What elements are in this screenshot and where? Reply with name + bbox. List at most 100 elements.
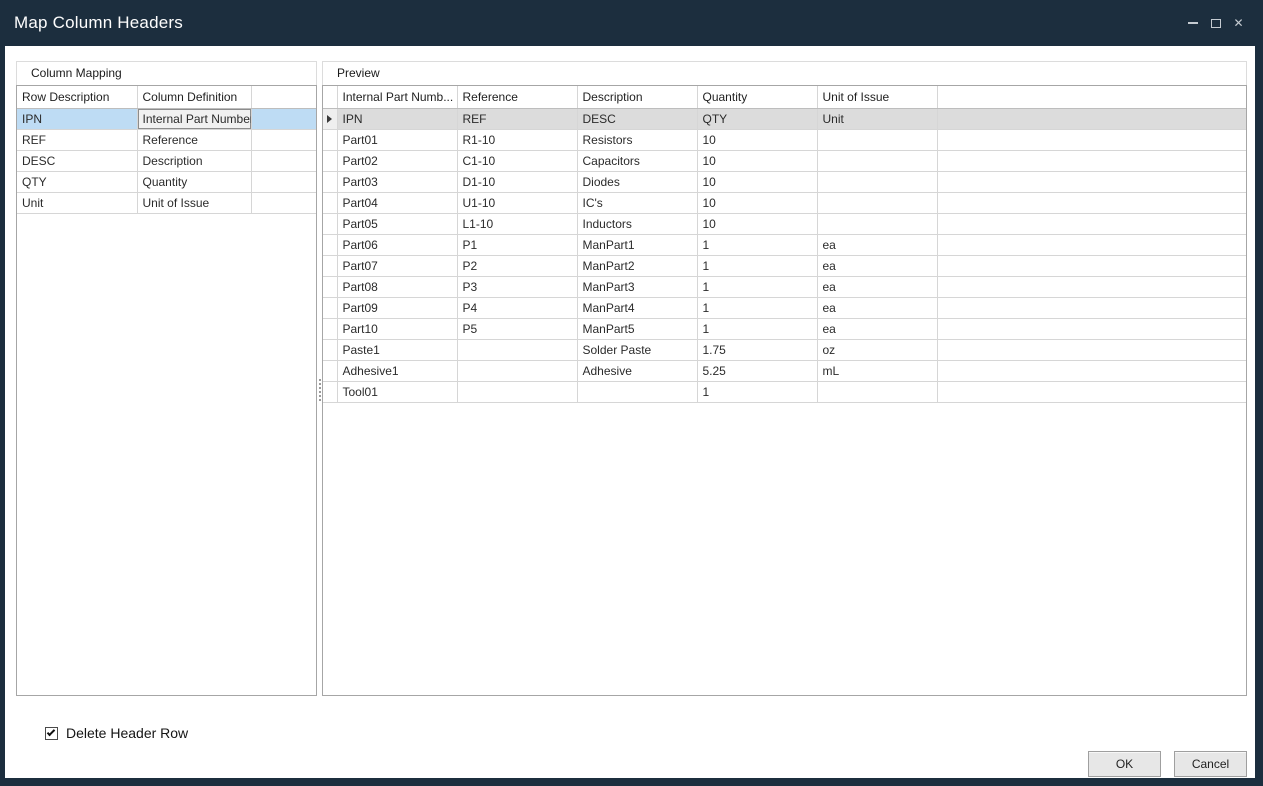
preview-cell[interactable]: L1-10 [457, 214, 577, 235]
preview-row[interactable]: Tool01 1 [323, 382, 1246, 403]
preview-cell[interactable]: Capacitors [577, 151, 697, 172]
preview-cell[interactable]: QTY [697, 109, 817, 130]
preview-cell[interactable]: ManPart5 [577, 319, 697, 340]
preview-cell[interactable]: DESC [577, 109, 697, 130]
mapping-cell[interactable]: Internal Part Number [137, 109, 251, 130]
mapping-column-header[interactable]: Column Definition [137, 86, 251, 109]
preview-cell[interactable]: 10 [697, 151, 817, 172]
preview-row[interactable]: Part03D1-10Diodes10 [323, 172, 1246, 193]
preview-cell[interactable]: 1 [697, 382, 817, 403]
mapping-row[interactable]: REFReference [17, 130, 316, 151]
preview-cell[interactable] [817, 172, 937, 193]
preview-cell[interactable]: 1 [697, 298, 817, 319]
preview-cell[interactable] [937, 109, 1246, 130]
row-selector-cell[interactable] [323, 172, 337, 193]
preview-column-header[interactable] [937, 86, 1246, 109]
preview-cell[interactable] [457, 361, 577, 382]
preview-cell[interactable]: D1-10 [457, 172, 577, 193]
preview-row[interactable]: Adhesive1Adhesive5.25mL [323, 361, 1246, 382]
preview-cell[interactable]: Resistors [577, 130, 697, 151]
preview-cell[interactable]: 1 [697, 277, 817, 298]
preview-cell[interactable] [937, 256, 1246, 277]
row-selector-cell[interactable] [323, 298, 337, 319]
preview-cell[interactable]: Solder Paste [577, 340, 697, 361]
minimize-button[interactable] [1184, 13, 1201, 33]
mapping-cell[interactable]: Unit [17, 193, 137, 214]
mapping-cell[interactable]: Reference [137, 130, 251, 151]
preview-row[interactable]: Part10P5ManPart51ea [323, 319, 1246, 340]
row-selector-cell[interactable] [323, 130, 337, 151]
preview-cell[interactable]: P3 [457, 277, 577, 298]
row-selector-cell[interactable] [323, 214, 337, 235]
delete-header-row-checkbox[interactable]: Delete Header Row [45, 725, 188, 741]
row-selector-cell[interactable] [323, 256, 337, 277]
preview-cell[interactable]: Tool01 [337, 382, 457, 403]
preview-cell[interactable]: U1-10 [457, 193, 577, 214]
preview-cell[interactable]: ea [817, 298, 937, 319]
preview-cell[interactable]: 10 [697, 130, 817, 151]
mapping-cell[interactable]: Quantity [137, 172, 251, 193]
preview-cell[interactable] [937, 298, 1246, 319]
preview-cell[interactable] [937, 277, 1246, 298]
mapping-row[interactable]: UnitUnit of Issue [17, 193, 316, 214]
preview-cell[interactable]: ea [817, 277, 937, 298]
mapping-column-header[interactable] [251, 86, 316, 109]
preview-cell[interactable]: ManPart2 [577, 256, 697, 277]
preview-cell[interactable]: Paste1 [337, 340, 457, 361]
ok-button[interactable]: OK [1088, 751, 1161, 777]
preview-cell[interactable]: 10 [697, 214, 817, 235]
row-selector-cell[interactable] [323, 277, 337, 298]
preview-cell[interactable] [937, 340, 1246, 361]
preview-cell[interactable]: 1 [697, 319, 817, 340]
preview-cell[interactable] [937, 172, 1246, 193]
preview-cell[interactable]: 5.25 [697, 361, 817, 382]
preview-cell[interactable]: IC's [577, 193, 697, 214]
preview-cell[interactable]: ea [817, 256, 937, 277]
preview-cell[interactable] [817, 193, 937, 214]
preview-cell[interactable]: Part09 [337, 298, 457, 319]
preview-cell[interactable]: 10 [697, 172, 817, 193]
preview-cell[interactable]: 1 [697, 235, 817, 256]
mapping-cell[interactable] [251, 130, 316, 151]
preview-cell[interactable]: Part10 [337, 319, 457, 340]
preview-cell[interactable] [457, 340, 577, 361]
row-selector-cell[interactable] [323, 340, 337, 361]
mapping-cell[interactable] [251, 172, 316, 193]
preview-cell[interactable] [457, 382, 577, 403]
row-selector-cell[interactable] [323, 382, 337, 403]
preview-cell[interactable] [937, 382, 1246, 403]
preview-cell[interactable] [937, 151, 1246, 172]
preview-cell[interactable] [937, 130, 1246, 151]
preview-cell[interactable] [937, 319, 1246, 340]
mapping-cell[interactable]: REF [17, 130, 137, 151]
preview-row[interactable]: Part06P1ManPart11ea [323, 235, 1246, 256]
preview-column-header[interactable]: Internal Part Numb... [337, 86, 457, 109]
preview-cell[interactable]: P5 [457, 319, 577, 340]
preview-cell[interactable]: Unit [817, 109, 937, 130]
preview-cell[interactable]: ea [817, 319, 937, 340]
preview-cell[interactable]: oz [817, 340, 937, 361]
mapping-cell[interactable]: QTY [17, 172, 137, 193]
preview-row[interactable]: IPNREFDESCQTYUnit [323, 109, 1246, 130]
preview-cell[interactable]: P1 [457, 235, 577, 256]
preview-cell[interactable] [937, 214, 1246, 235]
preview-row[interactable]: Part09P4ManPart41ea [323, 298, 1246, 319]
preview-cell[interactable]: Adhesive [577, 361, 697, 382]
preview-cell[interactable] [817, 151, 937, 172]
preview-cell[interactable]: IPN [337, 109, 457, 130]
mapping-row[interactable]: QTYQuantity [17, 172, 316, 193]
mapping-cell[interactable] [251, 109, 316, 130]
preview-column-header[interactable]: Unit of Issue [817, 86, 937, 109]
preview-row[interactable]: Part01R1-10Resistors10 [323, 130, 1246, 151]
preview-column-header[interactable]: Description [577, 86, 697, 109]
preview-row[interactable]: Paste1Solder Paste1.75oz [323, 340, 1246, 361]
mapping-cell[interactable]: Description [137, 151, 251, 172]
preview-cell[interactable] [817, 382, 937, 403]
mapping-cell[interactable]: Unit of Issue [137, 193, 251, 214]
preview-cell[interactable] [937, 193, 1246, 214]
preview-cell[interactable]: Part04 [337, 193, 457, 214]
preview-cell[interactable]: R1-10 [457, 130, 577, 151]
mapping-column-header[interactable]: Row Description [17, 86, 137, 109]
mapping-row[interactable]: IPNInternal Part Number [17, 109, 316, 130]
mapping-row[interactable]: DESCDescription [17, 151, 316, 172]
